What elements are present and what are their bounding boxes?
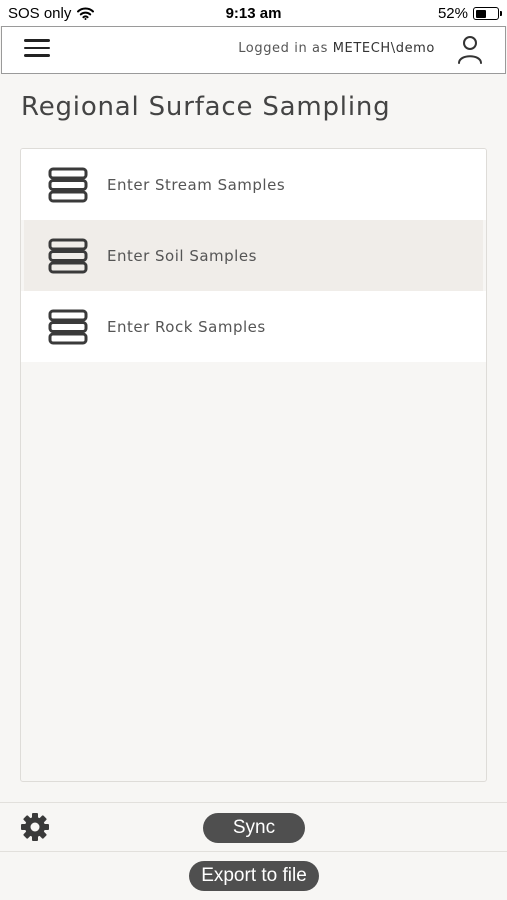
battery-fill <box>475 9 487 18</box>
sample-menu-list: Enter Stream Samples Enter Soil Samples … <box>20 148 487 782</box>
divider <box>0 851 507 852</box>
app-header: Logged in as METECH\demo <box>1 26 506 74</box>
export-to-file-button[interactable]: Export to file <box>189 861 319 891</box>
status-time: 9:13 am <box>225 5 282 22</box>
battery-icon <box>473 7 502 20</box>
status-right: 52% <box>437 5 502 22</box>
user-profile-button[interactable] <box>455 34 485 66</box>
logged-in-prefix: Logged in as <box>238 41 333 56</box>
status-bar: SOS only 9:13 am 52% <box>0 0 507 26</box>
user-icon <box>458 36 482 64</box>
database-icon <box>48 167 88 203</box>
battery-percent: 52% <box>437 5 468 22</box>
page-title: Regional Surface Sampling <box>21 92 391 122</box>
logged-in-text: Logged in as METECH\demo <box>238 41 435 56</box>
logged-in-username: METECH\demo <box>332 41 435 56</box>
hamburger-menu-icon[interactable] <box>24 39 50 59</box>
sync-button[interactable]: Sync <box>203 813 305 843</box>
settings-button[interactable] <box>19 811 51 843</box>
menu-item-label: Enter Stream Samples <box>107 176 286 194</box>
menu-item-stream-samples[interactable]: Enter Stream Samples <box>21 149 486 220</box>
database-icon <box>48 309 88 345</box>
database-icon <box>48 238 88 274</box>
menu-item-soil-samples[interactable]: Enter Soil Samples <box>24 220 483 291</box>
menu-item-label: Enter Rock Samples <box>107 318 266 336</box>
gear-icon <box>21 813 49 841</box>
menu-item-rock-samples[interactable]: Enter Rock Samples <box>21 291 486 362</box>
menu-item-label: Enter Soil Samples <box>107 247 257 265</box>
divider <box>0 802 507 803</box>
